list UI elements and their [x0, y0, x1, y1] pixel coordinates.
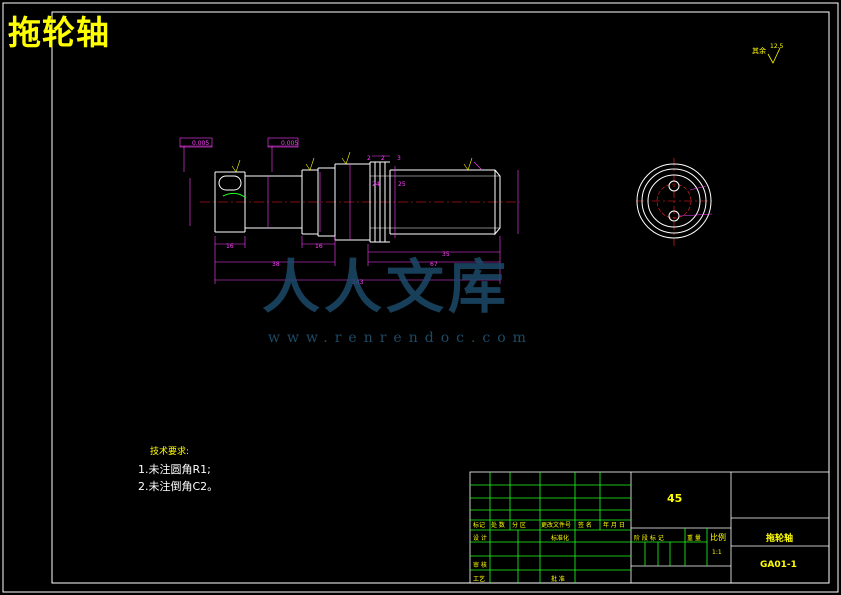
- section-arc: [222, 192, 247, 199]
- tb-mark: 标记: [473, 522, 486, 529]
- tb-weight: 重 量: [687, 535, 701, 542]
- drawing-title: 拖轮轴: [8, 13, 110, 52]
- dim-16a: 16: [226, 243, 234, 250]
- tb-review: 审 核: [473, 562, 487, 569]
- tb-date: 年 月 日: [603, 522, 625, 529]
- dim-2a: 2: [367, 155, 371, 162]
- roughness-label: 其余: [752, 47, 766, 55]
- tb-process: 工艺: [473, 576, 486, 583]
- watermark-url: www.renrendoc.com: [268, 330, 533, 346]
- tb-signature: 签 名: [578, 522, 592, 529]
- tb-part-name: 拖轮轴: [766, 534, 794, 544]
- tb-stage-mark: 阶 段 标 记: [634, 535, 664, 542]
- surface-marks: [231, 151, 473, 173]
- dim-24: 24: [372, 181, 380, 188]
- tol-left-text: 0.005: [192, 140, 209, 147]
- dim-25: 25: [398, 181, 406, 188]
- dim-2b: 2: [381, 155, 385, 162]
- tb-scale-label: 比例: [710, 533, 726, 542]
- tb-scale-value: 1:1: [712, 549, 722, 556]
- tb-standardize: 标准化: [551, 535, 570, 542]
- tb-zone: 分 区: [512, 522, 526, 529]
- roughness-value: 12.5: [770, 43, 784, 50]
- technical-notes: 技术要求: 1.未注圆角R1; 2.未注倒角C2。: [138, 444, 218, 495]
- tb-design: 设 计: [473, 535, 487, 542]
- tb-approve: 批 准: [551, 576, 565, 583]
- end-view: [636, 158, 713, 246]
- notes-heading: 技术要求:: [150, 447, 190, 457]
- tb-change-doc: 更改文件号: [541, 522, 572, 529]
- tb-drawing-no: GA01-1: [760, 560, 797, 570]
- notes-line-1: 1.未注圆角R1;: [138, 463, 211, 476]
- roughness-symbol: [767, 47, 781, 64]
- tol-mid-text: 0.005: [281, 140, 298, 147]
- watermark-logo: 人人文库: [262, 253, 511, 321]
- tb-material: 45: [667, 492, 683, 505]
- notes-line-2: 2.未注倒角C2。: [138, 480, 219, 493]
- tb-count: 处 数: [491, 522, 505, 529]
- dim-3: 3: [397, 155, 401, 162]
- keyway: [218, 175, 242, 191]
